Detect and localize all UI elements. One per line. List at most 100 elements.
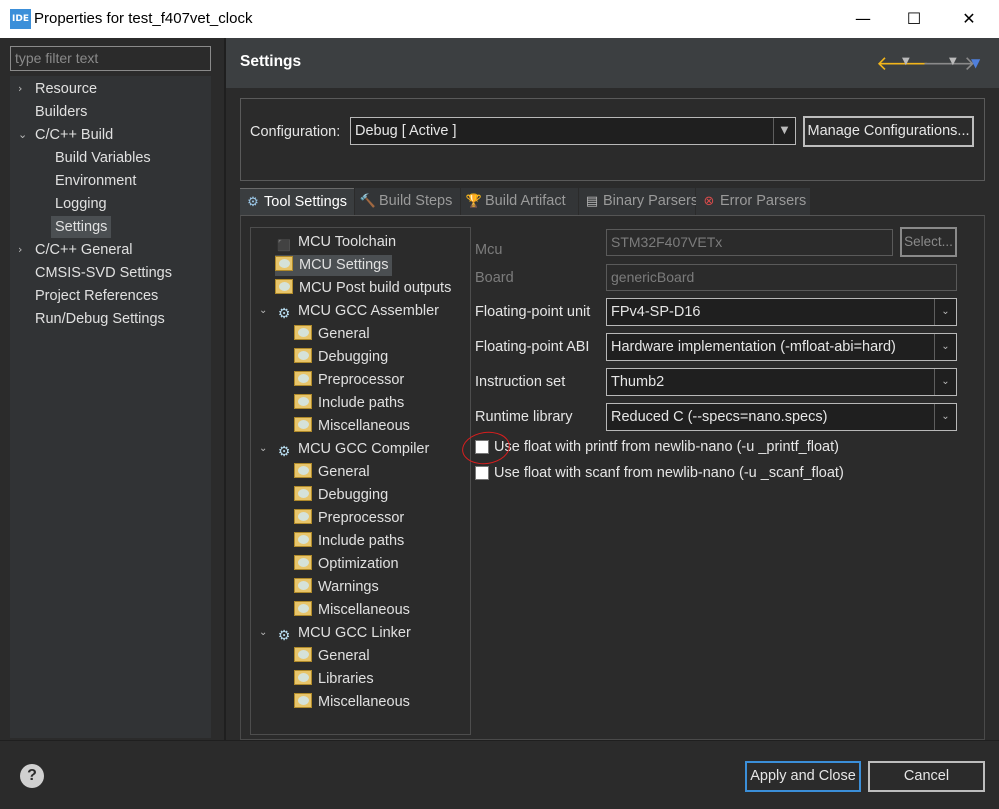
tool-tree-label: MCU Toolchain	[298, 234, 397, 250]
tool-tree-item[interactable]: Libraries	[294, 669, 374, 690]
tool-tree-label: Miscellaneous	[318, 602, 410, 618]
chevron-down-icon[interactable]: ⌄	[18, 128, 28, 142]
chevron-down-icon[interactable]: ⌄	[259, 305, 267, 316]
manage-configurations-button[interactable]: Manage Configurations...	[803, 116, 974, 147]
float-abi-select[interactable]: Hardware implementation (-mfloat-abi=har…	[606, 333, 957, 361]
filter-input[interactable]: type filter text	[10, 46, 211, 71]
mcu-label: Mcu	[475, 242, 503, 258]
tool-tree-item[interactable]: Optimization	[294, 554, 399, 575]
tool-tree-item[interactable]: Preprocessor	[294, 508, 404, 529]
runtime-library-label: Runtime library	[475, 409, 573, 425]
configuration-select[interactable]: Debug [ Active ] ▼	[350, 117, 796, 145]
nav-item-c-c-build[interactable]: C/C++ Build	[35, 124, 113, 146]
tab-build-steps-icon: 🔨	[359, 194, 377, 209]
tool-tree-item[interactable]: Miscellaneous	[294, 600, 410, 621]
forward-dropdown-icon[interactable]: ▼	[949, 56, 957, 67]
back-dropdown-icon[interactable]: ▼	[902, 56, 910, 67]
tool-tree-label: MCU GCC Compiler	[298, 441, 430, 457]
apply-and-close-button[interactable]: Apply and Close	[745, 761, 861, 792]
title-bar: IDE Properties for test_f407vet_clock — …	[0, 0, 999, 38]
tab-binary-parsers[interactable]: ▤ Binary Parsers	[579, 188, 698, 215]
scanf-float-checkbox[interactable]	[475, 466, 489, 480]
view-menu-icon[interactable]: ▼	[971, 56, 980, 70]
tab-build-artifact[interactable]: 🏆 Build Artifact	[461, 188, 578, 215]
settings-folder-icon	[294, 486, 312, 501]
tool-tree-item[interactable]: ⚙ MCU GCC Compiler	[275, 439, 430, 460]
tool-tree-label: Debugging	[318, 487, 389, 503]
nav-item-run-debug-settings[interactable]: Run/Debug Settings	[35, 308, 165, 330]
tool-tree-label: General	[318, 464, 370, 480]
settings-folder-icon	[294, 417, 312, 432]
settings-tabs: ⚙ Tool Settings 🔨 Build Steps 🏆 Build Artifac…	[240, 188, 985, 215]
tab-label: Tool Settings	[264, 194, 348, 210]
scanf-float-label: Use float with scanf from newlib-nano (-…	[494, 465, 844, 481]
nav-item-cmsis-svd-settings[interactable]: CMSIS-SVD Settings	[35, 262, 172, 284]
fpu-select[interactable]: FPv4-SP-D16 ⌄	[606, 298, 957, 326]
help-icon[interactable]: ?	[20, 764, 44, 788]
nav-item-resource[interactable]: Resource	[35, 78, 97, 100]
tool-gear-icon: ⚙	[277, 444, 291, 460]
nav-item-c-c-general[interactable]: C/C++ General	[35, 239, 133, 261]
nav-item-environment[interactable]: Environment	[55, 170, 136, 192]
runtime-library-select[interactable]: Reduced C (--specs=nano.specs) ⌄	[606, 403, 957, 431]
select-mcu-button[interactable]: Select...	[900, 227, 957, 257]
tool-tree-item[interactable]: General	[294, 462, 370, 483]
tab-label: Build Steps	[379, 193, 453, 209]
tool-tree-label: MCU Settings	[299, 257, 389, 273]
tab-build-steps[interactable]: 🔨 Build Steps	[355, 188, 460, 215]
tab-error-parsers[interactable]: ⊗ Error Parsers	[696, 188, 810, 215]
tool-tree-item[interactable]: Preprocessor	[294, 370, 404, 391]
cancel-button[interactable]: Cancel	[868, 761, 985, 792]
instruction-set-select[interactable]: Thumb2 ⌄	[606, 368, 957, 396]
tool-tree-item[interactable]: Debugging	[294, 485, 388, 506]
tool-tree-label: MCU GCC Assembler	[298, 303, 439, 319]
minimize-button[interactable]: —	[837, 0, 889, 38]
dialog-button-bar: ? Apply and Close Cancel	[0, 740, 999, 809]
chip-icon: ⬛	[277, 239, 291, 252]
settings-folder-icon	[294, 555, 312, 570]
property-page-tree: › Resource Builders ⌄ C/C++ Build Build Varia…	[10, 76, 211, 738]
tool-tree-item[interactable]: Warnings	[294, 577, 379, 598]
chevron-right-icon[interactable]: ›	[18, 243, 28, 257]
board-field: genericBoard	[606, 264, 957, 291]
tool-tree-item[interactable]: Miscellaneous	[294, 416, 410, 437]
tool-tree-item[interactable]: General	[294, 646, 370, 667]
tool-settings-tree: ⬛ MCU Toolchain MCU Settings MCU Post build…	[250, 227, 471, 735]
nav-item-builders[interactable]: Builders	[35, 101, 87, 123]
float-abi-label: Floating-point ABI	[475, 339, 590, 355]
nav-item-build-variables[interactable]: Build Variables	[55, 147, 151, 169]
tool-tree-item[interactable]: Debugging	[294, 347, 388, 368]
chevron-down-icon: ⌄	[934, 369, 956, 395]
tool-tree-item[interactable]: General	[294, 324, 370, 345]
tool-tree-item[interactable]: MCU Settings	[275, 255, 393, 276]
close-button[interactable]: ✕	[943, 0, 995, 38]
tool-tree-item[interactable]: ⬛ MCU Toolchain	[275, 232, 396, 253]
printf-float-label: Use float with printf from newlib-nano (…	[494, 439, 839, 455]
tool-tree-label: Libraries	[318, 671, 374, 687]
tab-tool-settings[interactable]: ⚙ Tool Settings	[240, 188, 354, 215]
nav-item-logging[interactable]: Logging	[55, 193, 107, 215]
tool-tree-item[interactable]: MCU Post build outputs	[275, 278, 451, 299]
tool-tree-label: Include paths	[318, 395, 405, 411]
tool-tree-item[interactable]: Include paths	[294, 531, 404, 552]
settings-folder-icon	[294, 532, 312, 547]
chevron-down-icon[interactable]: ⌄	[259, 627, 267, 638]
nav-item-project-references[interactable]: Project References	[35, 285, 158, 307]
tool-tree-item[interactable]: Include paths	[294, 393, 404, 414]
ide-app-icon: IDE	[10, 9, 31, 29]
chevron-right-icon[interactable]: ›	[18, 82, 28, 96]
left-pane: type filter text › Resource Builders ⌄ C/C++…	[0, 38, 224, 740]
nav-item-settings[interactable]: Settings	[51, 216, 112, 238]
tab-tool-settings-icon: ⚙	[247, 195, 259, 210]
settings-folder-icon	[294, 348, 312, 363]
tool-tree-label: MCU Post build outputs	[299, 280, 452, 296]
configuration-value: Debug [ Active ]	[355, 123, 457, 139]
maximize-button[interactable]: ☐	[888, 0, 940, 38]
tool-tree-item[interactable]: Miscellaneous	[294, 692, 410, 713]
tool-tree-item[interactable]: ⚙ MCU GCC Assembler	[275, 301, 439, 322]
chevron-down-icon[interactable]: ⌄	[259, 443, 267, 454]
tool-tree-item[interactable]: ⚙ MCU GCC Linker	[275, 623, 411, 644]
tab-error-parsers-icon: ⊗	[703, 194, 715, 209]
settings-folder-icon	[294, 509, 312, 524]
fpu-value: FPv4-SP-D16	[611, 304, 701, 320]
